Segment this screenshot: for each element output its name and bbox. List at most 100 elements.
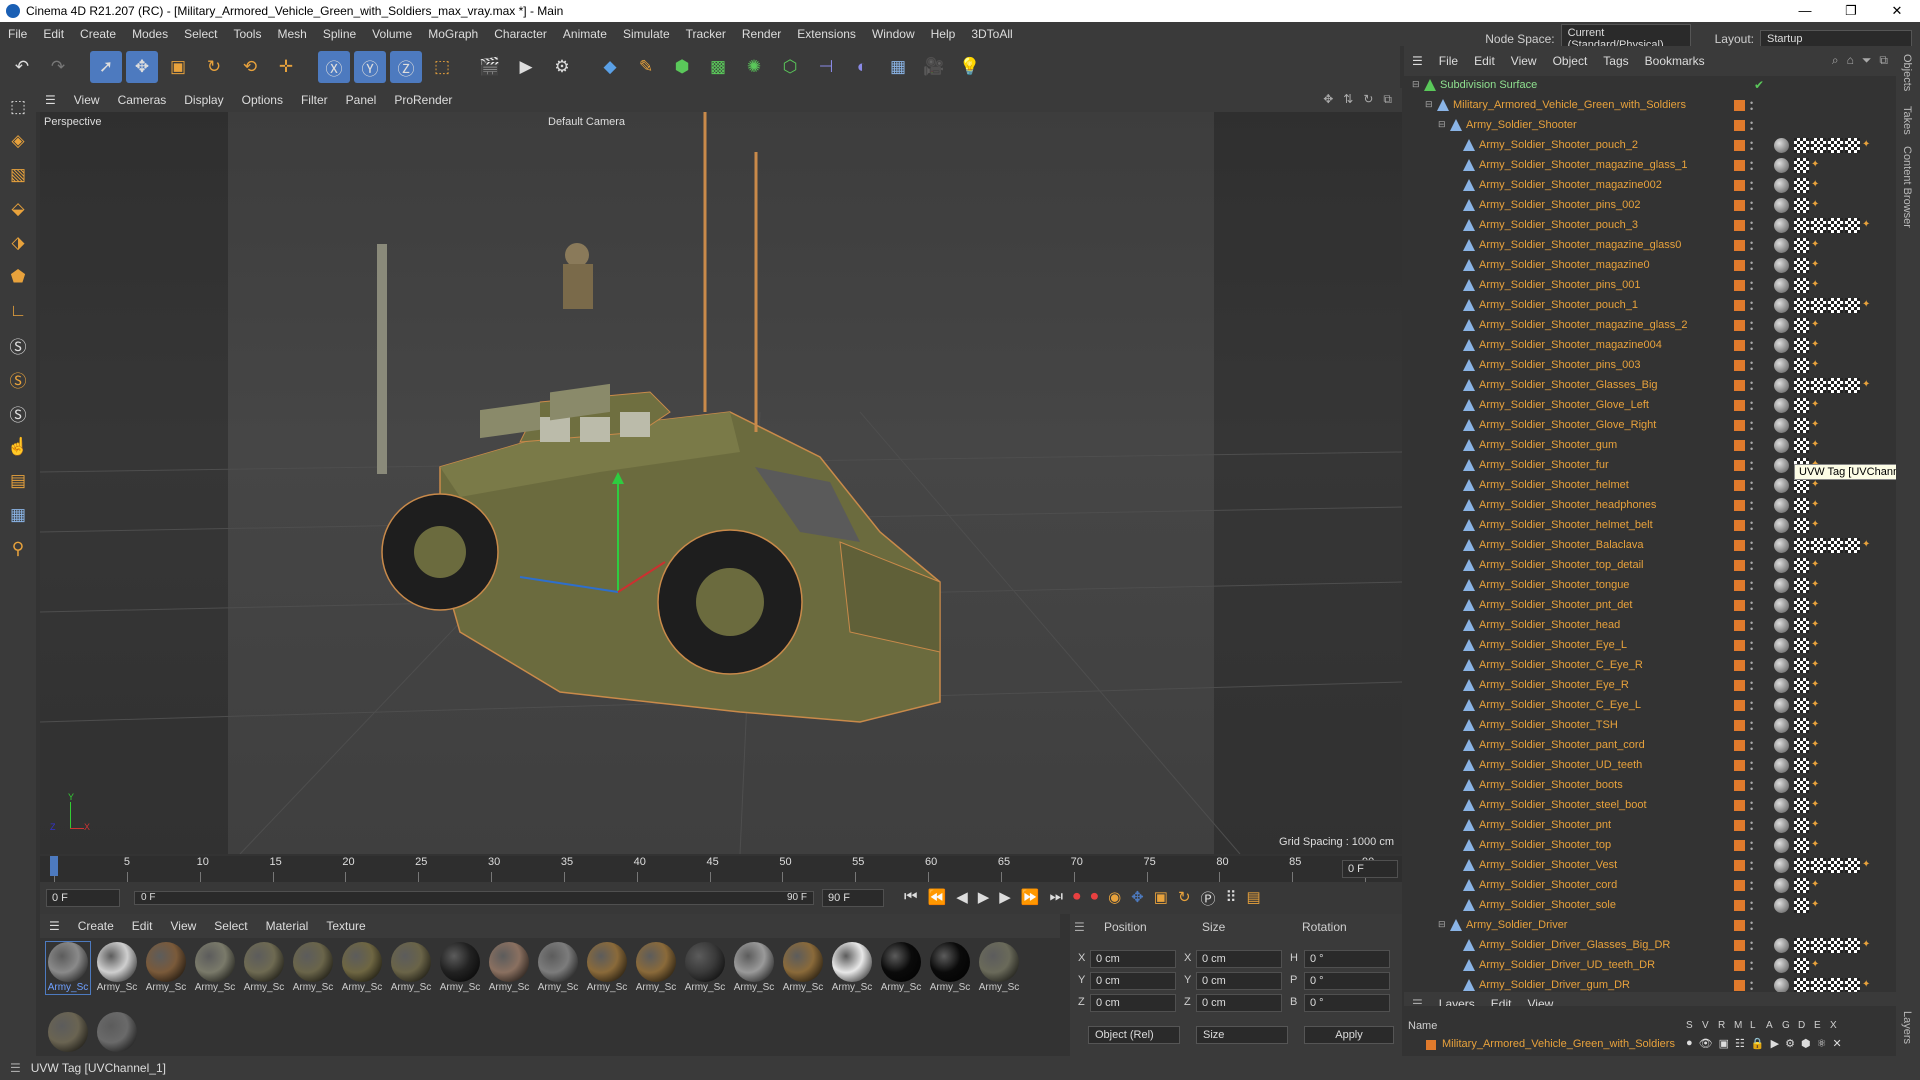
- cloner-icon[interactable]: ✺: [738, 51, 770, 83]
- next-key-icon[interactable]: ⏩: [1021, 888, 1040, 909]
- uvw-tag-icon[interactable]: [1794, 598, 1809, 613]
- layer-color-swatch[interactable]: [1734, 140, 1745, 151]
- viewport-menu-filter[interactable]: Filter: [292, 93, 337, 107]
- object-name[interactable]: Army_Soldier_Shooter: [1466, 119, 1577, 131]
- points-mode-icon[interactable]: ⬙: [3, 194, 33, 224]
- object-name[interactable]: Army_Soldier_Shooter_top: [1479, 839, 1611, 851]
- visibility-dots-icon[interactable]: • •: [1750, 339, 1756, 354]
- texture-tag-icon[interactable]: ✦: [1811, 659, 1819, 670]
- texture-tag-icon[interactable]: ✦: [1811, 359, 1819, 370]
- material-tag-icon[interactable]: [1774, 718, 1789, 733]
- maximize-button[interactable]: ❐: [1828, 0, 1874, 22]
- layer-color-swatch[interactable]: [1734, 520, 1745, 531]
- texture-tag-icon[interactable]: ✦: [1811, 819, 1819, 830]
- menu-simulate[interactable]: Simulate: [615, 27, 678, 41]
- layer-color-swatch[interactable]: [1734, 860, 1745, 871]
- material-menu-texture[interactable]: Texture: [317, 919, 374, 933]
- layer-color-swatch[interactable]: [1734, 360, 1745, 371]
- rotation-b-field[interactable]: 0 °: [1304, 994, 1390, 1012]
- layer-color-swatch[interactable]: [1734, 780, 1745, 791]
- object-hamburger-icon[interactable]: ☰: [1404, 54, 1431, 68]
- material-swatch[interactable]: Army_Sc: [830, 942, 874, 994]
- viewport-menu-panel[interactable]: Panel: [337, 93, 386, 107]
- uvw-tag-icon[interactable]: [1828, 218, 1843, 233]
- timeline-ruler[interactable]: 0510152025303540455055606570758085900 F: [40, 856, 1402, 882]
- texture-tag-icon[interactable]: ✦: [1811, 799, 1819, 810]
- material-tag-icon[interactable]: [1774, 518, 1789, 533]
- visibility-dots-icon[interactable]: • •: [1750, 639, 1756, 654]
- texture-tag-icon[interactable]: ✦: [1811, 259, 1819, 270]
- uvw-tag-icon[interactable]: [1828, 978, 1843, 992]
- material-tag-icon[interactable]: [1774, 938, 1789, 953]
- texture-tag-icon[interactable]: ✦: [1811, 319, 1819, 330]
- layer-column-a[interactable]: A: [1766, 1020, 1777, 1031]
- material-swatch[interactable]: Army_Sc: [683, 942, 727, 994]
- texture-tag-icon[interactable]: ✦: [1811, 619, 1819, 630]
- uvw-tag-icon[interactable]: [1794, 438, 1809, 453]
- uvw-tag-icon[interactable]: [1828, 858, 1843, 873]
- material-swatch[interactable]: Army_Sc: [928, 942, 972, 994]
- material-tag-icon[interactable]: [1774, 978, 1789, 992]
- viewport-menu-options[interactable]: Options: [233, 93, 292, 107]
- object-row[interactable]: Army_Soldier_Shooter_tongue • • ✦: [1404, 576, 1896, 596]
- coordinate-system-icon[interactable]: ⬚: [426, 51, 458, 83]
- expand-toggle-icon[interactable]: ⊟: [1412, 79, 1420, 90]
- object-name[interactable]: Army_Soldier_Shooter_pouch_3: [1479, 219, 1638, 231]
- texture-tag-icon[interactable]: ✦: [1811, 579, 1819, 590]
- size-x-field[interactable]: 0 cm: [1196, 950, 1282, 968]
- material-swatch[interactable]: Army_Sc: [193, 942, 237, 994]
- position-x-field[interactable]: 0 cm: [1090, 950, 1176, 968]
- object-name[interactable]: Army_Soldier_Shooter_Glove_Right: [1479, 419, 1656, 431]
- visibility-dots-icon[interactable]: • •: [1750, 119, 1756, 134]
- menu-spline[interactable]: Spline: [315, 27, 364, 41]
- material-tag-icon[interactable]: [1774, 858, 1789, 873]
- layer-color-swatch[interactable]: [1734, 680, 1745, 691]
- material-tag-icon[interactable]: [1774, 418, 1789, 433]
- current-frame-field[interactable]: 0 F: [46, 889, 120, 907]
- uvw-tag-icon[interactable]: [1794, 538, 1809, 553]
- cube-object-icon[interactable]: ◆: [594, 51, 626, 83]
- layer-color-swatch[interactable]: [1734, 760, 1745, 771]
- object-row[interactable]: Army_Soldier_Shooter_pouch_1 • • ✦: [1404, 296, 1896, 316]
- uvw-tag-icon[interactable]: [1794, 878, 1809, 893]
- material-swatch[interactable]: Army_Sc: [438, 942, 482, 994]
- uvw-tag-icon[interactable]: [1794, 198, 1809, 213]
- layer-color-swatch[interactable]: [1734, 420, 1745, 431]
- uvw-tag-icon[interactable]: [1794, 838, 1809, 853]
- object-name[interactable]: Army_Soldier_Shooter_steel_boot: [1479, 799, 1647, 811]
- menu-mesh[interactable]: Mesh: [269, 27, 314, 41]
- keyframe-selection-icon[interactable]: ◉: [1108, 888, 1121, 909]
- uvw-tag-icon[interactable]: [1845, 858, 1860, 873]
- texture-tag-icon[interactable]: ✦: [1811, 499, 1819, 510]
- material-tag-icon[interactable]: [1774, 538, 1789, 553]
- visibility-dots-icon[interactable]: • •: [1750, 839, 1756, 854]
- layer-color-swatch[interactable]: [1734, 820, 1745, 831]
- texture-tag-icon[interactable]: ✦: [1811, 339, 1819, 350]
- object-name[interactable]: Army_Soldier_Shooter_magazine002: [1479, 179, 1662, 191]
- visibility-dots-icon[interactable]: • •: [1750, 579, 1756, 594]
- uvw-tag-icon[interactable]: [1794, 698, 1809, 713]
- material-tag-icon[interactable]: [1774, 578, 1789, 593]
- material-tag-icon[interactable]: [1774, 958, 1789, 973]
- material-swatch[interactable]: Army_Sc: [45, 941, 91, 995]
- visibility-dots-icon[interactable]: • •: [1750, 759, 1756, 774]
- material-swatch[interactable]: Army_Sc: [242, 942, 286, 994]
- material-menu-edit[interactable]: Edit: [123, 919, 162, 933]
- object-name[interactable]: Army_Soldier_Shooter_magazine_glass0: [1479, 239, 1681, 251]
- rotation-h-field[interactable]: 0 °: [1304, 950, 1390, 968]
- object-name[interactable]: Army_Soldier_Shooter_Eye_L: [1479, 639, 1627, 651]
- visibility-dots-icon[interactable]: • •: [1750, 739, 1756, 754]
- layer-color-swatch[interactable]: [1734, 800, 1745, 811]
- layer-color-swatch[interactable]: [1734, 920, 1745, 931]
- visibility-dots-icon[interactable]: • •: [1750, 679, 1756, 694]
- visibility-dots-icon[interactable]: • •: [1750, 619, 1756, 634]
- visibility-dots-icon[interactable]: • •: [1750, 99, 1756, 114]
- material-swatch[interactable]: Army_Sc: [487, 942, 531, 994]
- uvw-tag-icon[interactable]: [1845, 538, 1860, 553]
- object-row[interactable]: Army_Soldier_Shooter_boots • • ✦: [1404, 776, 1896, 796]
- material-swatch[interactable]: Army_Sc: [879, 942, 923, 994]
- texture-tag-icon[interactable]: ✦: [1811, 699, 1819, 710]
- uvw-tag-icon[interactable]: [1845, 938, 1860, 953]
- visibility-dots-icon[interactable]: • •: [1750, 859, 1756, 874]
- object-row[interactable]: Army_Soldier_Shooter_C_Eye_R • • ✦: [1404, 656, 1896, 676]
